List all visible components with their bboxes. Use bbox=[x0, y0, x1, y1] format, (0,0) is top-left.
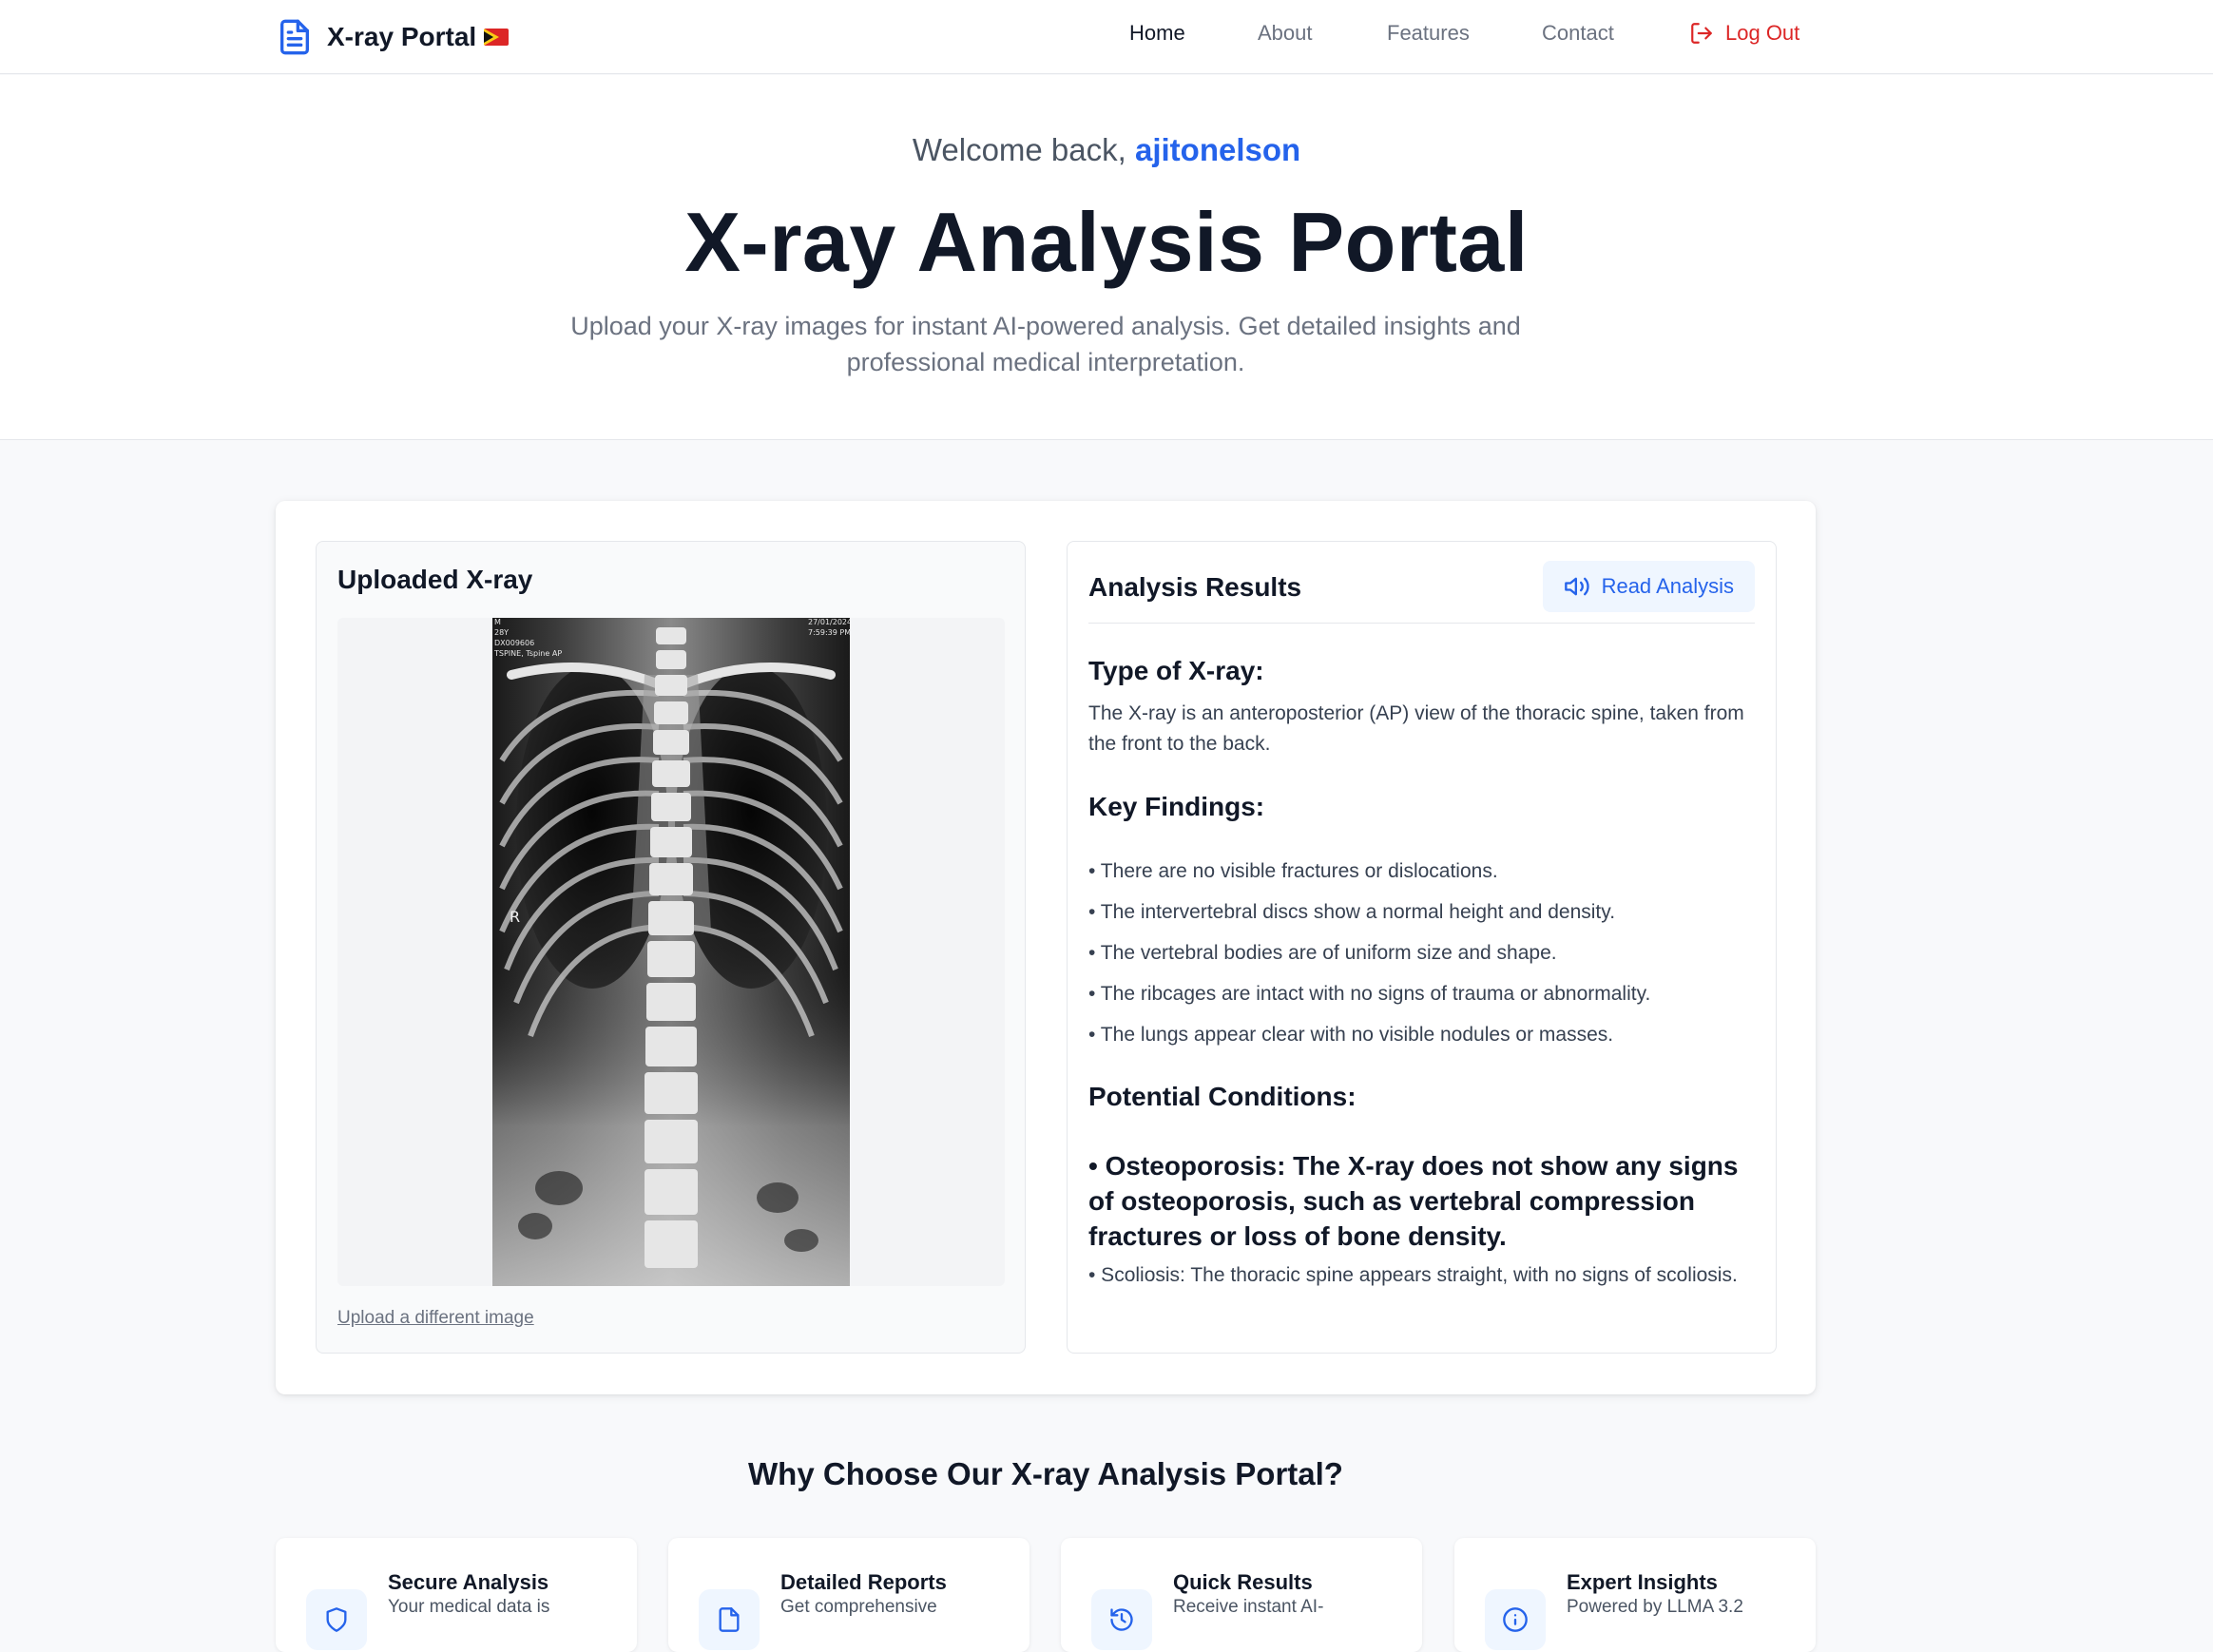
feature-desc: Your medical data is bbox=[388, 1597, 550, 1617]
nav-features[interactable]: Features bbox=[1387, 21, 1470, 46]
finding-item: • The lungs appear clear with no visible… bbox=[1088, 1024, 1614, 1046]
conditions-heading: Potential Conditions: bbox=[1088, 1082, 1357, 1111]
read-analysis-button[interactable]: Read Analysis bbox=[1542, 561, 1755, 612]
analysis-results-panel: Analysis Results Read Analysis Type of X… bbox=[1067, 541, 1777, 1354]
feature-card-secure: Secure Analysis Your medical data is bbox=[276, 1538, 637, 1652]
report-icon bbox=[719, 1607, 740, 1632]
username: ajitonelson bbox=[1134, 132, 1301, 167]
xray-image: M 28Y DX009606 TSPINE, Tspine AP 27/01/2… bbox=[492, 618, 850, 1286]
feature-card-quick: Quick Results Receive instant AI- bbox=[1061, 1538, 1422, 1652]
xray-overlay-id: DX009606 bbox=[494, 639, 534, 647]
nav-about[interactable]: About bbox=[1258, 21, 1313, 46]
feature-title: Secure Analysis bbox=[388, 1570, 549, 1594]
feature-icon-box bbox=[699, 1589, 760, 1650]
hero-section: Welcome back, ajitonelson X-ray Analysis… bbox=[0, 75, 2213, 440]
condition-osteoporosis: • Osteoporosis: The X-ray does not show … bbox=[1088, 1151, 1739, 1251]
info-icon bbox=[1503, 1607, 1528, 1632]
type-text: The X-ray is an anteroposterior (AP) vie… bbox=[1088, 702, 1744, 755]
why-choose-title: Why Choose Our X-ray Analysis Portal? bbox=[748, 1456, 1343, 1491]
xray-overlay-date: 27/01/2024 bbox=[808, 618, 850, 626]
logout-label: Log Out bbox=[1725, 21, 1800, 45]
page-title: X-ray Analysis Portal bbox=[684, 195, 1529, 289]
shield-icon bbox=[326, 1607, 347, 1632]
xray-side-marker: R bbox=[510, 908, 520, 926]
feature-card-insights: Expert Insights Powered by LLMA 3.2 bbox=[1454, 1538, 1816, 1652]
upload-different-image-link[interactable]: Upload a different image bbox=[337, 1308, 534, 1329]
uploaded-xray-panel: Uploaded X-ray M 28Y DX009606 TSPINE, Ts… bbox=[316, 541, 1026, 1354]
nav-home[interactable]: Home bbox=[1129, 21, 1185, 46]
welcome-message: Welcome back, ajitonelson bbox=[0, 132, 2213, 168]
feature-title: Quick Results bbox=[1173, 1570, 1313, 1594]
finding-item: • There are no visible fractures or disl… bbox=[1088, 860, 1498, 882]
feature-icon-box bbox=[1091, 1589, 1152, 1650]
feature-icon-box bbox=[306, 1589, 367, 1650]
findings-list: • There are no visible fractures or disl… bbox=[1088, 851, 1759, 1055]
findings-heading: Key Findings: bbox=[1088, 792, 1265, 821]
feature-icon-box bbox=[1485, 1589, 1546, 1650]
nav-contact[interactable]: Contact bbox=[1542, 21, 1614, 46]
finding-item: • The vertebral bodies are of uniform si… bbox=[1088, 942, 1557, 964]
xray-overlay-age: 28Y bbox=[494, 628, 509, 637]
results-header: Analysis Results Read Analysis bbox=[1088, 542, 1755, 624]
uploaded-xray-title: Uploaded X-ray bbox=[337, 565, 533, 594]
top-navbar: X-ray Portal Home About Features Contact… bbox=[0, 0, 2213, 74]
feature-desc: Powered by LLMA 3.2 bbox=[1567, 1597, 1743, 1617]
history-icon bbox=[1110, 1608, 1133, 1631]
feature-desc: Receive instant AI- bbox=[1173, 1597, 1324, 1617]
condition-scoliosis: • Scoliosis: The thoracic spine appears … bbox=[1088, 1264, 1738, 1286]
feature-title: Detailed Reports bbox=[780, 1570, 947, 1594]
speaker-icon bbox=[1564, 577, 1589, 596]
xray-overlay-study: TSPINE, Tspine AP bbox=[493, 649, 562, 658]
xray-overlay-sex: M bbox=[494, 618, 501, 626]
finding-item: • The ribcages are intact with no signs … bbox=[1088, 983, 1651, 1005]
finding-item: • The intervertebral discs show a normal… bbox=[1088, 901, 1616, 923]
welcome-prefix: Welcome back, bbox=[912, 132, 1126, 167]
feature-card-reports: Detailed Reports Get comprehensive bbox=[668, 1538, 1030, 1652]
feature-desc: Get comprehensive bbox=[780, 1597, 937, 1617]
read-analysis-label: Read Analysis bbox=[1601, 574, 1734, 598]
xray-overlay-time: 7:59:39 PM bbox=[808, 628, 850, 637]
feature-title: Expert Insights bbox=[1567, 1570, 1718, 1594]
logout-button[interactable]: Log Out bbox=[1689, 21, 1799, 46]
analysis-results-title: Analysis Results bbox=[1088, 572, 1302, 602]
analysis-card: Uploaded X-ray M 28Y DX009606 TSPINE, Ts… bbox=[276, 501, 1816, 1394]
xray-image-frame: M 28Y DX009606 TSPINE, Tspine AP 27/01/2… bbox=[337, 618, 1005, 1286]
logout-icon bbox=[1691, 23, 1712, 44]
nav-links: Home About Features Contact Log Out bbox=[0, 0, 2213, 74]
type-heading: Type of X-ray: bbox=[1088, 656, 1264, 685]
page-subtitle: Upload your X-ray images for instant AI-… bbox=[570, 312, 1521, 376]
